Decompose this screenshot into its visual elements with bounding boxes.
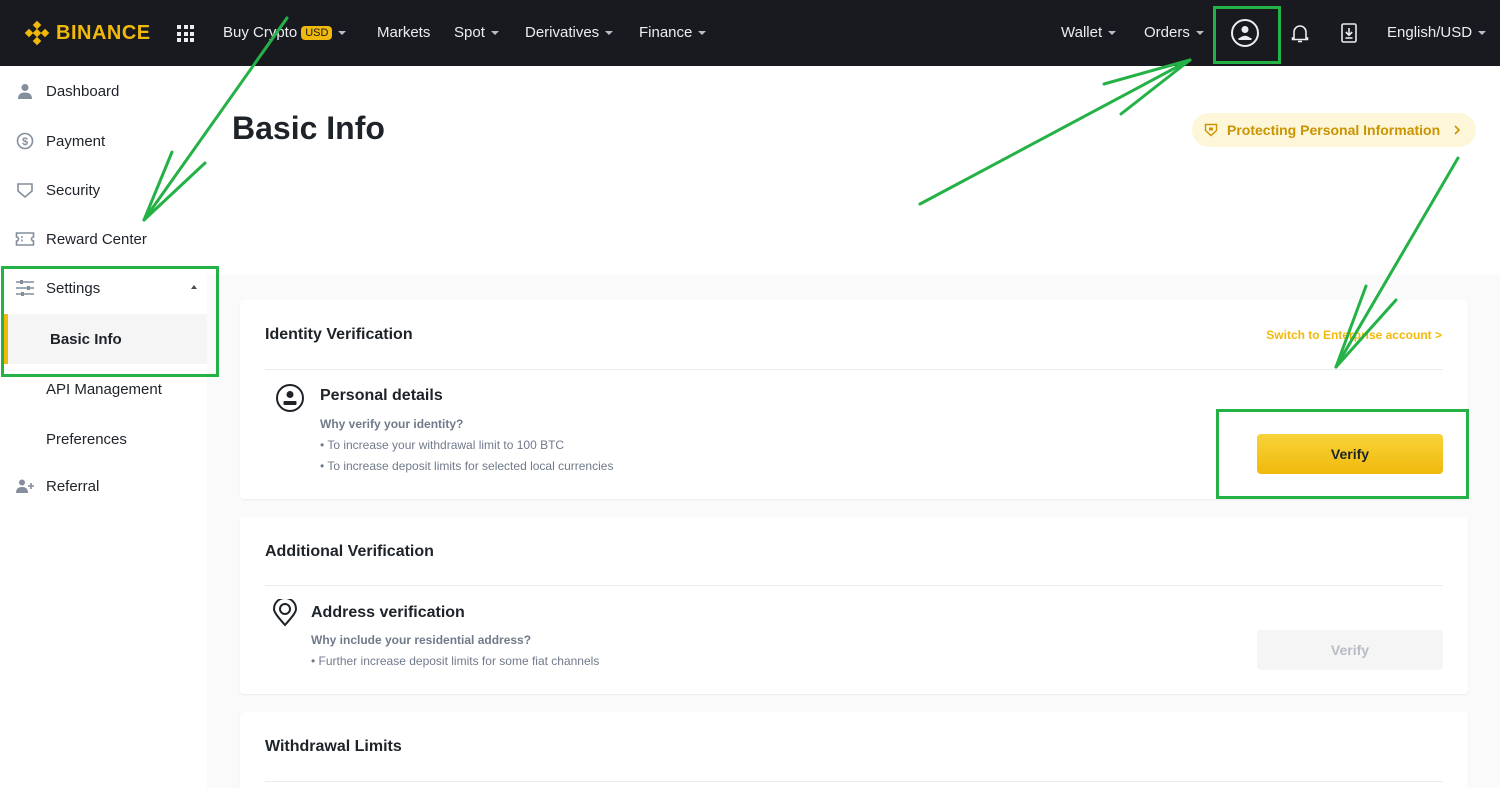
shield-icon — [15, 180, 35, 200]
personal-details-title: Personal details — [320, 387, 443, 404]
sidebar-item-security[interactable]: Security — [0, 165, 207, 215]
svg-text:$: $ — [22, 136, 28, 148]
chevron-down-icon — [1108, 30, 1117, 35]
chevron-down-icon — [1195, 30, 1204, 35]
nav-spot-label: Spot — [454, 24, 485, 41]
chevron-down-icon — [605, 30, 614, 35]
annotation-box-profile — [1213, 6, 1281, 64]
sidebar-item-reward-center[interactable]: Reward Center — [0, 214, 207, 264]
additional-verification-card: Additional Verification Address verifica… — [240, 517, 1468, 694]
address-reason-item: • Further increase deposit limits for so… — [311, 654, 600, 668]
verify-address-button[interactable]: Verify — [1257, 630, 1443, 670]
nav-finance-label: Finance — [639, 24, 693, 41]
sidebar-item-label: Security — [46, 181, 101, 199]
language-label: English/USD — [1387, 24, 1473, 41]
sidebar-item-label: Payment — [46, 132, 106, 150]
chevron-right-icon — [1453, 122, 1461, 138]
usd-badge: USD — [301, 25, 333, 40]
sidebar-subitem-label: API Management — [46, 380, 162, 398]
annotation-box-settings — [1, 266, 219, 377]
sidebar-item-label: Referral — [46, 477, 100, 495]
sidebar-item-dashboard[interactable]: Dashboard — [0, 66, 207, 116]
page-header: Basic Info Protecting Personal Informati… — [207, 66, 1500, 275]
why-verify-label: Why verify your identity? — [320, 417, 464, 431]
chevron-down-icon — [490, 30, 499, 35]
download-app-button[interactable] — [1332, 16, 1366, 50]
nav-orders[interactable]: Orders — [1144, 24, 1204, 41]
language-currency-selector[interactable]: English/USD — [1387, 24, 1487, 41]
page-title: Basic Info — [232, 110, 385, 146]
sidebar-subitem-label: Preferences — [46, 430, 127, 448]
identity-verification-title: Identity Verification — [265, 326, 413, 343]
nav-buy-crypto-label: Buy Crypto — [223, 24, 298, 41]
divider — [265, 781, 1443, 782]
binance-logo[interactable]: BINANCE — [24, 20, 151, 46]
nav-derivatives[interactable]: Derivatives — [525, 24, 614, 41]
chevron-down-icon — [1478, 30, 1487, 35]
switch-to-enterprise-link[interactable]: Switch to Enterprise account > — [1266, 328, 1442, 342]
withdrawal-limits-title: Withdrawal Limits — [265, 738, 402, 755]
additional-verification-title: Additional Verification — [265, 543, 434, 560]
withdrawal-limits-card: Withdrawal Limits — [240, 712, 1468, 788]
annotation-box-verify — [1216, 409, 1469, 499]
protect-link-label: Protecting Personal Information — [1227, 122, 1441, 138]
apps-grid-icon[interactable] — [177, 25, 194, 42]
binance-logo-text: BINANCE — [56, 21, 151, 44]
dollar-circle-icon: $ — [15, 131, 35, 151]
bell-icon — [1291, 25, 1309, 43]
binance-logo-icon — [24, 20, 50, 46]
notifications-button[interactable] — [1283, 16, 1317, 50]
nav-orders-label: Orders — [1144, 24, 1190, 41]
nav-finance[interactable]: Finance — [639, 24, 707, 41]
user-icon — [15, 81, 35, 101]
nav-markets[interactable]: Markets — [377, 24, 430, 41]
verify-reason-item: • To increase deposit limits for selecte… — [320, 459, 614, 473]
address-verification-title: Address verification — [311, 604, 465, 621]
nav-wallet-label: Wallet — [1061, 24, 1103, 41]
divider — [265, 585, 1443, 586]
nav-wallet[interactable]: Wallet — [1061, 24, 1117, 41]
sidebar-item-referral[interactable]: Referral — [0, 461, 207, 511]
protecting-personal-information-link[interactable]: Protecting Personal Information — [1192, 113, 1476, 147]
divider — [265, 369, 1443, 370]
nav-buy-crypto[interactable]: Buy Crypto USD — [223, 24, 347, 41]
shield-icon — [1204, 123, 1218, 137]
location-pin-icon — [272, 597, 298, 632]
sidebar-item-label: Dashboard — [46, 82, 120, 100]
nav-spot[interactable]: Spot — [454, 24, 499, 41]
sidebar-item-label: Reward Center — [46, 230, 147, 248]
sidebar-subitem-preferences[interactable]: Preferences — [0, 414, 207, 464]
ticket-icon — [15, 229, 35, 249]
nav-markets-label: Markets — [377, 24, 431, 41]
chevron-down-icon — [338, 30, 347, 35]
user-circle-icon — [275, 383, 305, 418]
sidebar: Dashboard $ Payment Security Reward Cent… — [0, 66, 207, 788]
download-icon — [1341, 23, 1357, 43]
sidebar-item-payment[interactable]: $ Payment — [0, 116, 207, 166]
why-address-label: Why include your residential address? — [311, 633, 532, 647]
chevron-down-icon — [698, 30, 707, 35]
nav-derivatives-label: Derivatives — [525, 24, 600, 41]
add-user-icon — [15, 476, 35, 496]
verify-reason-item: • To increase your withdrawal limit to 1… — [320, 438, 565, 452]
